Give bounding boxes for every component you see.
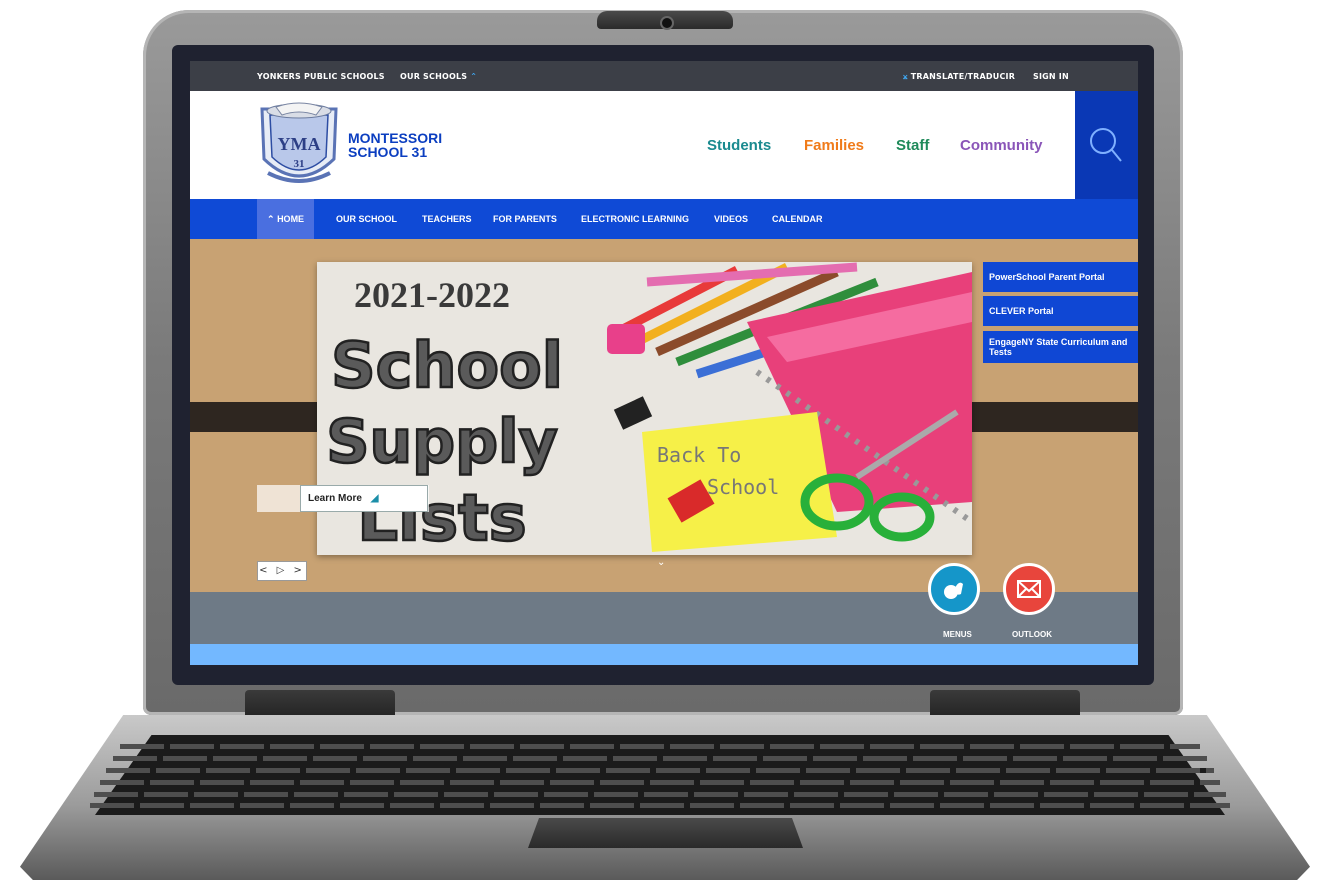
learn-more-button[interactable]: Learn More ◢ bbox=[300, 485, 428, 512]
key-row bbox=[106, 768, 1214, 773]
touchpad bbox=[528, 818, 803, 848]
utility-bar: YONKERS PUBLIC SCHOOLS OUR SCHOOLS ⌃ ⨲ T… bbox=[190, 61, 1138, 91]
search-button[interactable] bbox=[1075, 91, 1138, 199]
learn-more-label: Learn More bbox=[308, 493, 362, 504]
key-row bbox=[120, 744, 1200, 749]
sticky-note-icon: Back To School bbox=[642, 412, 837, 552]
lower-band bbox=[190, 592, 1138, 644]
nav-our-school[interactable]: OUR SCHOOL bbox=[336, 199, 397, 239]
key-row bbox=[94, 792, 1226, 797]
hero-slider: 2021-2022 School Supply Lists Back To Sc… bbox=[190, 239, 1138, 592]
our-schools-menu[interactable]: OUR SCHOOLS ⌃ bbox=[400, 72, 477, 81]
browser-screen: YONKERS PUBLIC SCHOOLS OUR SCHOOLS ⌃ ⨲ T… bbox=[190, 61, 1138, 665]
main-nav: ⌃ HOME OUR SCHOOL TEACHERS FOR PARENTS E… bbox=[190, 199, 1138, 239]
school-name-line1: MONTESSORI bbox=[348, 130, 443, 146]
outlook-button[interactable] bbox=[1003, 563, 1055, 615]
school-crest-logo[interactable]: YMA 31 bbox=[256, 101, 342, 191]
search-icon bbox=[1090, 128, 1122, 162]
quick-link-clever[interactable]: CLEVER Portal bbox=[983, 296, 1138, 326]
bottom-blue-bar bbox=[190, 644, 1138, 665]
slide-title-line1: School bbox=[331, 329, 563, 402]
nav-home-label: HOME bbox=[277, 214, 305, 224]
learn-more-wrapper: Learn More ◢ bbox=[257, 485, 429, 512]
nav-teachers[interactable]: TEACHERS bbox=[422, 199, 472, 239]
audience-community[interactable]: Community bbox=[960, 137, 1043, 154]
slide-year: 2021-2022 bbox=[354, 275, 510, 315]
webcam-icon bbox=[660, 16, 674, 30]
sharpener-icon bbox=[607, 324, 645, 354]
envelope-icon bbox=[1017, 580, 1041, 598]
fan-icon: ◢ bbox=[370, 493, 379, 504]
nav-videos[interactable]: VIDEOS bbox=[714, 199, 748, 239]
audience-staff[interactable]: Staff bbox=[896, 137, 929, 154]
district-link[interactable]: YONKERS PUBLIC SCHOOLS bbox=[257, 72, 385, 81]
apple-icon bbox=[944, 582, 963, 599]
chevron-up-icon: ⌃ bbox=[470, 72, 478, 81]
note-text-line1: Back To bbox=[657, 443, 741, 467]
nav-electronic-learning[interactable]: ELECTRONIC LEARNING bbox=[581, 199, 689, 239]
scroll-down-chevron-icon[interactable]: ⌄ bbox=[657, 557, 665, 568]
note-text-line2: School bbox=[707, 475, 779, 499]
key-row bbox=[113, 756, 1207, 761]
quick-link-powerschool[interactable]: PowerSchool Parent Portal bbox=[983, 262, 1138, 292]
site-header: YMA 31 MONTESSORI SCHOOL 31 Students Fam… bbox=[190, 91, 1138, 199]
school-name-line2: SCHOOL 31 bbox=[348, 144, 428, 160]
our-schools-label: OUR SCHOOLS bbox=[400, 72, 468, 81]
outlook-label: OUTLOOK bbox=[1012, 630, 1052, 639]
sign-in-link[interactable]: SIGN IN bbox=[1033, 72, 1069, 81]
nav-calendar[interactable]: CALENDAR bbox=[772, 199, 823, 239]
menus-button[interactable] bbox=[928, 563, 980, 615]
quick-link-engageny[interactable]: EngageNY State Curriculum and Tests bbox=[983, 331, 1138, 363]
audience-students[interactable]: Students bbox=[707, 137, 771, 154]
translate-icon: ⨲ bbox=[903, 72, 908, 81]
nav-home[interactable]: ⌃ HOME bbox=[257, 199, 315, 239]
crest-number: 31 bbox=[294, 158, 305, 170]
slide-title-line2: Supply bbox=[326, 407, 558, 477]
key-row bbox=[100, 780, 1220, 785]
nav-for-parents[interactable]: FOR PARENTS bbox=[493, 199, 557, 239]
translate-link[interactable]: ⨲ TRANSLATE/TRADUCIR bbox=[903, 72, 1015, 82]
key-row bbox=[90, 803, 1230, 808]
home-chevron-icon: ⌃ bbox=[267, 214, 275, 224]
translate-label: TRANSLATE/TRADUCIR bbox=[910, 72, 1016, 81]
menus-label: MENUS bbox=[943, 630, 972, 639]
audience-families[interactable]: Families bbox=[804, 137, 864, 154]
school-name[interactable]: MONTESSORI SCHOOL 31 bbox=[348, 131, 442, 159]
crest-letters: YMA bbox=[278, 134, 321, 154]
slide-controls[interactable]: < ▷ > bbox=[257, 561, 307, 581]
